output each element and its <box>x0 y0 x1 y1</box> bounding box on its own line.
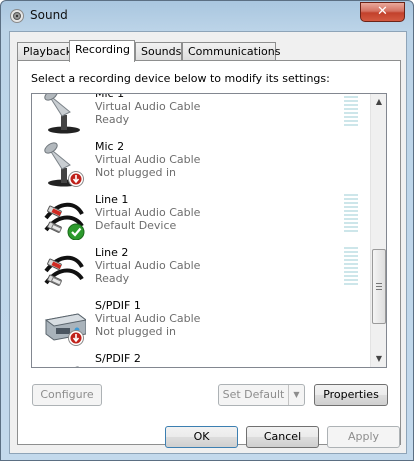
level-meter <box>344 247 358 287</box>
configure-button[interactable]: Configure <box>32 384 102 406</box>
spdif-device-icon <box>75 366 79 367</box>
device-driver: Virtual Audio Cable <box>95 312 201 325</box>
close-button[interactable]: ✕ <box>360 2 405 22</box>
spdif-device-icon <box>44 313 86 346</box>
recording-device-list[interactable]: Mic 1 Virtual Audio Cable Ready Mic 2 Virtua… <box>31 93 387 368</box>
chevron-down-icon[interactable]: ▼ <box>288 385 304 405</box>
level-meter <box>344 194 358 234</box>
device-name: S/PDIF 1 <box>95 299 141 312</box>
properties-button[interactable]: Properties <box>314 384 388 406</box>
dialog-client-area: Playback Recording Sounds Communications… <box>9 31 407 454</box>
device-driver: Virtual Audio Cable <box>95 206 201 219</box>
close-icon: ✕ <box>377 4 388 19</box>
microphone-icon <box>44 142 84 187</box>
tab-playback[interactable]: Playback <box>17 42 72 61</box>
set-default-split-button[interactable]: Set Default ▼ <box>218 384 305 406</box>
device-name: S/PDIF 2 <box>95 352 141 365</box>
rca-cable-icon <box>44 255 84 286</box>
device-driver: Virtual Audio Cable <box>95 153 201 166</box>
speaker-app-icon <box>10 9 24 23</box>
device-driver: Virtual Audio Cable <box>95 100 201 113</box>
device-row[interactable]: S/PDIF 1 Virtual Audio Cable Not plugged i… <box>32 298 370 351</box>
device-status: Ready <box>95 113 130 126</box>
device-name: Line 1 <box>95 193 129 206</box>
microphone-icon <box>44 94 80 134</box>
ok-button[interactable]: OK <box>165 426 238 448</box>
device-list-content: Mic 1 Virtual Audio Cable Ready Mic 2 Virtua… <box>32 93 370 367</box>
set-default-label: Set Default <box>222 388 285 401</box>
device-status: Not plugged in <box>95 325 177 338</box>
device-driver: Virtual Audio Cable <box>95 259 201 272</box>
recording-tab-panel: Select a recording device below to modif… <box>17 60 401 445</box>
vertical-scrollbar[interactable]: ▲ ▼ <box>370 94 386 367</box>
device-row[interactable]: Mic 1 Virtual Audio Cable Ready <box>32 93 370 139</box>
device-name: Mic 1 <box>95 93 125 100</box>
apply-button[interactable]: Apply <box>327 426 400 448</box>
tab-sounds[interactable]: Sounds <box>135 42 182 61</box>
device-row[interactable]: Line 1 Virtual Audio Cable Default Device <box>32 192 370 245</box>
tab-recording[interactable]: Recording <box>69 40 135 62</box>
window-title: Sound <box>30 8 68 22</box>
device-status: Not plugged in <box>95 166 177 179</box>
cancel-button[interactable]: Cancel <box>246 426 319 448</box>
scroll-up-arrow-icon[interactable]: ▲ <box>371 94 386 110</box>
device-status: Ready <box>95 272 130 285</box>
title-bar[interactable]: Sound ✕ <box>1 1 413 31</box>
rca-cable-icon <box>44 202 85 240</box>
device-status: Default Device <box>95 219 177 232</box>
device-row[interactable]: S/PDIF 2 <box>32 351 370 367</box>
sound-dialog-window: Sound ✕ Playback Recording Sounds Commun… <box>0 0 414 461</box>
device-row[interactable]: Mic 2 Virtual Audio Cable Not plugged in <box>32 139 370 192</box>
thumb-grip-icon <box>376 283 382 292</box>
scrollbar-thumb[interactable] <box>372 249 386 324</box>
scroll-down-arrow-icon[interactable]: ▼ <box>371 351 386 367</box>
device-name: Line 2 <box>95 246 129 259</box>
device-row[interactable]: Line 2 Virtual Audio Cable Ready <box>32 245 370 298</box>
level-meter <box>344 94 358 128</box>
device-name: Mic 2 <box>95 140 125 153</box>
tab-communications[interactable]: Communications <box>182 42 280 61</box>
instruction-text: Select a recording device below to modif… <box>31 72 330 85</box>
